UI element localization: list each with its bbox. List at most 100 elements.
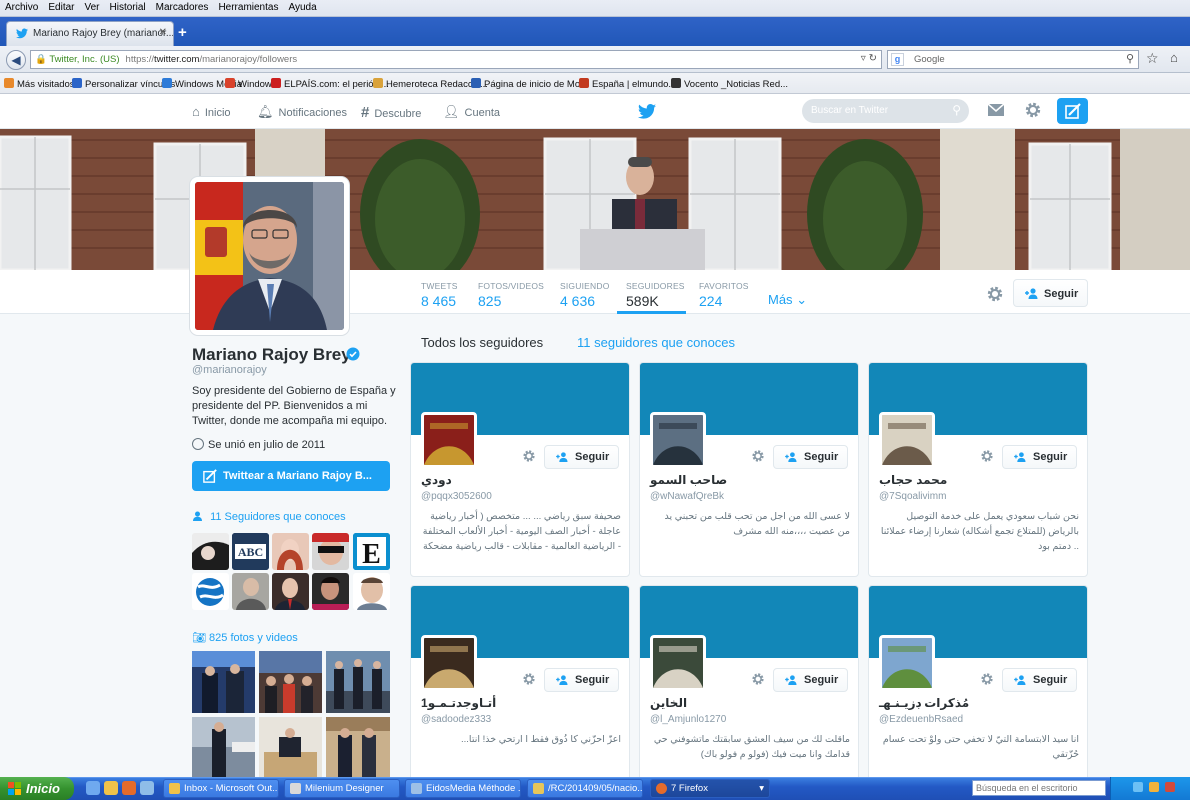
browser-tab-active[interactable]: Mariano Rajoy Brey (marianor... ✕ [6,21,174,46]
stat-tweets[interactable]: TWEETS 8 465 [421,281,458,309]
media-thumbnail[interactable] [192,651,255,713]
follower-card[interactable]: Seguir مُذكرات ڊزيـنـهـ @EzdeuenbRsaed انا … [868,585,1088,800]
follower-handle[interactable]: @sadoodez333 [421,714,491,725]
follower-handle[interactable]: @7Sqoalivimm [879,491,946,502]
media-thumbnail[interactable] [259,717,322,777]
menu-historial[interactable]: Historial [105,0,151,13]
follower-name[interactable]: مُذكرات ڊزيـنـهـ [879,696,969,710]
quicklaunch-ie-icon[interactable] [86,781,100,795]
followers-you-know-link[interactable]: 11 Seguidores que conoces [192,511,346,523]
quicklaunch-firefox-icon[interactable] [122,781,136,795]
new-tab-button[interactable]: + [178,24,192,41]
follower-gear-icon[interactable] [980,449,994,463]
profile-avatar[interactable] [190,177,349,335]
follower-gear-icon[interactable] [980,672,994,686]
follower-name[interactable]: محمد حجاب [879,473,947,487]
follower-name[interactable]: الخاين [650,696,687,710]
nav-descubre[interactable]: # Descubre [361,104,421,121]
follower-handle[interactable]: @l_Amjunlo1270 [650,714,726,725]
follow-button[interactable]: Seguir [1002,668,1077,692]
menu-ayuda[interactable]: Ayuda [283,0,321,13]
known-follower-avatar[interactable] [272,533,309,570]
settings-gear-icon[interactable] [1024,101,1042,119]
bookmark-item[interactable]: Más visitados [4,78,75,90]
nav-notificaciones[interactable]: 🔔︎ Notificaciones [257,104,347,120]
known-follower-avatar[interactable]: ABC [232,533,269,570]
google-icon[interactable]: g [891,53,904,66]
compose-tweet-button[interactable] [1057,98,1088,124]
bookmark-item[interactable]: Vocento _Noticias Red... [671,78,788,90]
media-thumbnail[interactable] [326,717,390,777]
follower-gear-icon[interactable] [751,672,765,686]
profile-handle[interactable]: @marianorajoy [192,364,267,376]
bookmark-item[interactable]: España | elmundo.es [579,78,681,90]
stat-fotos-videos[interactable]: FOTOS/VIDEOS 825 [478,281,544,309]
follower-gear-icon[interactable] [522,449,536,463]
tweet-to-button[interactable]: Twittear a Mariano Rajoy B... [192,461,390,491]
follower-name[interactable]: دودي [421,473,452,487]
media-thumbnail[interactable] [259,651,322,713]
follower-card[interactable]: Seguir صاحب السمو @wNawafQreBk لا عسى الله … [639,362,859,577]
follower-card[interactable]: Seguir الخاين @l_Amjunlo1270 ماقلت لك من سي… [639,585,859,800]
follower-avatar[interactable] [421,412,477,468]
taskbar-item-folder[interactable]: /RC/201409/05/nacio... [527,779,643,798]
menu-archivo[interactable]: Archivo [0,0,43,13]
follow-button[interactable]: Seguir [544,445,619,469]
follower-avatar[interactable] [879,412,935,468]
url-dropdown-icon[interactable]: ▿ [861,53,866,64]
known-follower-avatar[interactable]: E [353,533,390,570]
tray-volume-icon[interactable] [1149,782,1159,792]
quicklaunch-outlook-icon[interactable] [104,781,118,795]
stat-siguiendo[interactable]: SIGUIENDO 4 636 [560,281,610,309]
tray-security-icon[interactable] [1165,782,1175,792]
nav-cuenta[interactable]: 👤︎ Cuenta [443,104,500,120]
media-thumbnail[interactable] [192,717,255,777]
follower-card[interactable]: Seguir محمد حجاب @7Sqoalivimm نحن شباب سعود… [868,362,1088,577]
tab-known-followers[interactable]: 11 seguidores que conoces [577,335,735,350]
known-follower-avatar[interactable] [312,533,349,570]
photos-videos-link[interactable]: 📷︎ 825 fotos y videos [192,631,298,644]
follower-avatar[interactable] [421,635,477,691]
menu-herramientas[interactable]: Herramientas [213,0,283,13]
taskbar-item-firefox[interactable]: 7 Firefox ▾ [650,779,770,798]
search-icon[interactable]: ⚲ [1126,52,1134,65]
follow-profile-button[interactable]: Seguir [1013,279,1088,307]
known-follower-avatar[interactable] [192,533,229,570]
known-follower-avatar[interactable] [232,573,269,610]
follow-button[interactable]: Seguir [773,445,848,469]
twitter-search-input[interactable]: Buscar en Twitter ⚲ [802,99,969,123]
tab-all-followers[interactable]: Todos los seguidores [421,335,543,350]
follower-card[interactable]: Seguir أتـاوجدتـمـو1 @sadoodez333 اعزّ احزّ… [410,585,630,800]
profile-gear-icon[interactable] [986,285,1004,303]
follow-button[interactable]: Seguir [1002,445,1077,469]
follower-avatar[interactable] [650,412,706,468]
url-bar[interactable]: 🔒 Twitter, Inc. (US) https://twitter.com/… [30,50,882,69]
bookmark-item[interactable]: ELPAÍS.com: el periódi... [271,78,389,90]
reload-icon[interactable]: ↻ [869,53,877,64]
follower-avatar[interactable] [650,635,706,691]
taskbar-item-milenium[interactable]: Milenium Designer [284,779,400,798]
tray-network-icon[interactable] [1133,782,1143,792]
follower-card[interactable]: Seguir دودي @pqqx3052600 صحيفة سبق رياضي ..… [410,362,630,577]
stat-favoritos[interactable]: FAVORITOS 224 [699,281,749,309]
follower-gear-icon[interactable] [522,672,536,686]
follower-handle[interactable]: @pqqx3052600 [421,491,492,502]
follower-name[interactable]: صاحب السمو [650,473,727,487]
tab-close-icon[interactable]: ✕ [159,27,167,38]
bookmark-item[interactable]: Windows [225,78,277,90]
home-icon[interactable]: ⌂ [1170,50,1178,65]
follow-button[interactable]: Seguir [544,668,619,692]
known-follower-avatar[interactable] [272,573,309,610]
back-button[interactable]: ◀ [6,50,26,70]
browser-search-bar[interactable]: g Google ⚲ [887,50,1139,69]
menu-editar[interactable]: Editar [43,0,79,13]
taskbar-item-eidos[interactable]: EidosMedia Méthode ... [405,779,521,798]
follower-gear-icon[interactable] [751,449,765,463]
known-follower-avatar[interactable] [192,573,229,610]
identity-badge[interactable]: 🔒 Twitter, Inc. (US) [35,54,120,65]
bookmark-item[interactable]: Página de inicio de Mo... [471,78,588,90]
taskbar-item-outlook[interactable]: Inbox - Microsoft Out... [163,779,279,798]
follower-name[interactable]: أتـاوجدتـمـو1 [421,696,496,710]
known-follower-avatar[interactable] [353,573,390,610]
nav-inicio[interactable]: ⌂ Inicio [192,104,231,119]
